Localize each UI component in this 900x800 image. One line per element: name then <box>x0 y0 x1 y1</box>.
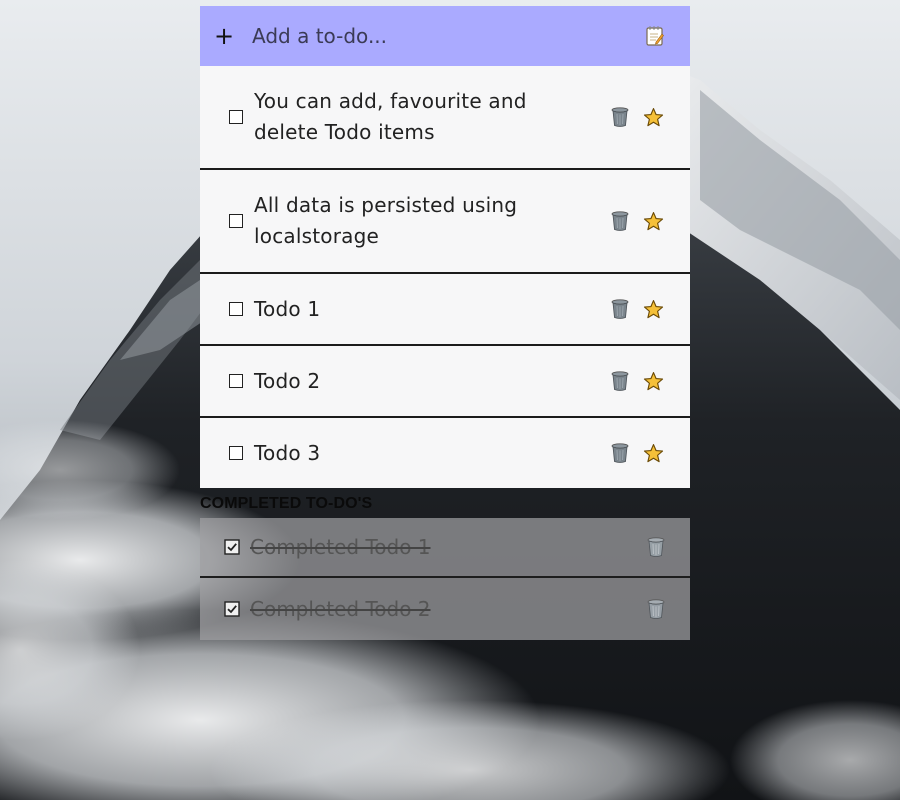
todo-text-line: delete Todo items <box>254 120 435 144</box>
star-icon[interactable] <box>643 211 664 232</box>
trash-icon[interactable] <box>610 298 630 320</box>
star-icon[interactable] <box>643 371 664 392</box>
completed-item-text: Completed Todo 2 <box>250 597 431 621</box>
completed-heading: COMPLETED TO-DO'S <box>200 495 373 512</box>
todo-actions <box>610 106 664 128</box>
todo-item: Todo 3 <box>200 418 690 488</box>
todo-item: Todo 1 <box>200 274 690 346</box>
notepad-icon[interactable] <box>646 26 664 46</box>
todo-checkbox[interactable] <box>229 446 243 460</box>
completed-item-text: Completed Todo 1 <box>250 535 431 559</box>
star-icon[interactable] <box>643 299 664 320</box>
add-todo-input[interactable] <box>246 16 646 56</box>
trash-icon[interactable] <box>646 536 666 558</box>
todo-text: Todo 3 <box>254 440 321 465</box>
todo-text-line: All data is persisted using <box>254 193 518 217</box>
todo-text-line: localstorage <box>254 224 379 248</box>
todo-text: You can add, favourite and delete Todo i… <box>254 86 610 148</box>
star-icon[interactable] <box>643 443 664 464</box>
todo-item: All data is persisted using localstorage <box>200 170 690 274</box>
todo-actions <box>610 210 664 232</box>
star-icon[interactable] <box>643 107 664 128</box>
add-plus-icon[interactable]: + <box>202 24 246 48</box>
todo-checkbox[interactable] <box>229 110 243 124</box>
completed-item: Completed Todo 1 <box>200 518 690 578</box>
todo-text: Todo 2 <box>254 368 321 393</box>
todo-text: Todo 1 <box>254 296 321 321</box>
todo-checkbox[interactable] <box>229 302 243 316</box>
trash-icon[interactable] <box>646 598 666 620</box>
todo-app: + You can add, favourite and delete Todo… <box>200 6 690 640</box>
add-todo-bar: + <box>200 6 690 66</box>
todo-text: All data is persisted using localstorage <box>254 190 610 252</box>
checked-checkbox-icon[interactable] <box>224 601 240 617</box>
todo-checkbox[interactable] <box>229 214 243 228</box>
todo-text-line: You can add, favourite and <box>254 89 527 113</box>
checked-checkbox-icon[interactable] <box>224 539 240 555</box>
trash-icon[interactable] <box>610 106 630 128</box>
todo-actions <box>610 442 664 464</box>
trash-icon[interactable] <box>610 210 630 232</box>
completed-item: Completed Todo 2 <box>200 578 690 640</box>
todo-item: Todo 2 <box>200 346 690 418</box>
trash-icon[interactable] <box>610 370 630 392</box>
todo-item: You can add, favourite and delete Todo i… <box>200 66 690 170</box>
todo-actions <box>610 298 664 320</box>
todo-actions <box>610 370 664 392</box>
todo-checkbox[interactable] <box>229 374 243 388</box>
trash-icon[interactable] <box>610 442 630 464</box>
